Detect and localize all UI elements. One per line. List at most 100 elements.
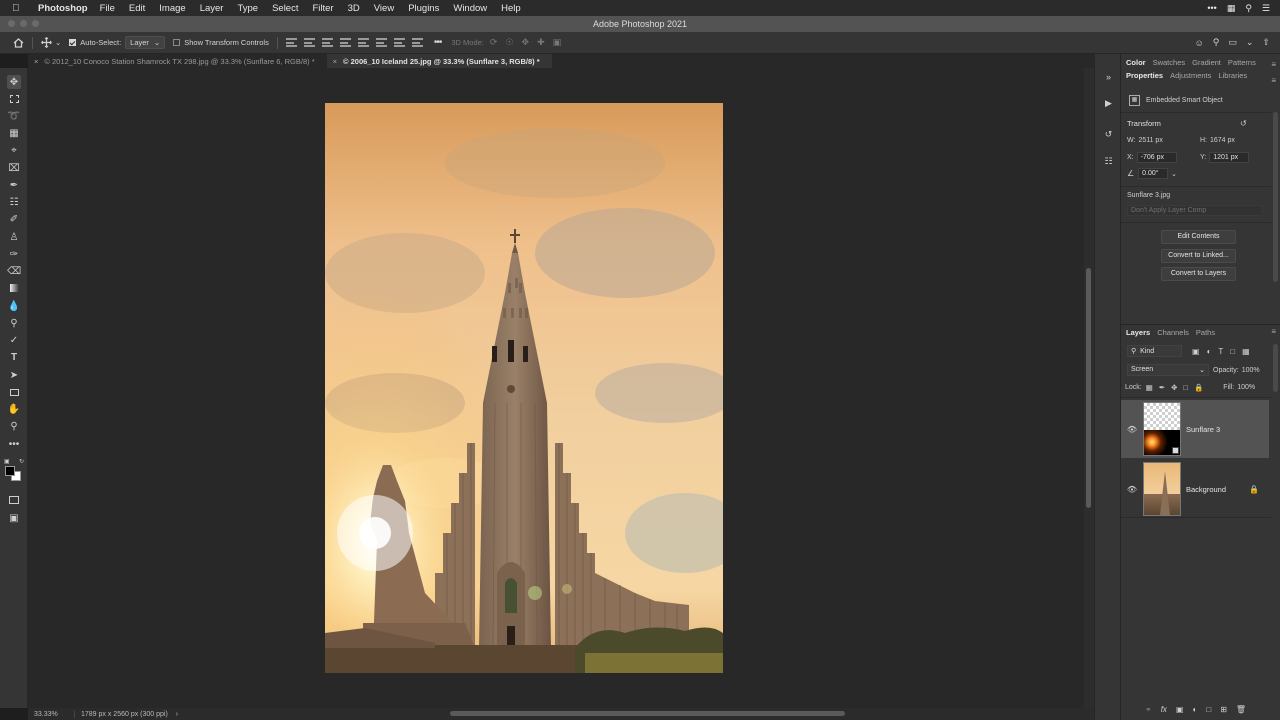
delete-layer-icon[interactable]: 🗑 — [1236, 705, 1246, 714]
panel-menu-icon[interactable]: ≡ — [1271, 327, 1276, 336]
3d-roll-icon[interactable]: ☉ — [505, 37, 513, 48]
blur-tool-icon[interactable]: 💧 — [7, 299, 21, 313]
layer-filter-dropdown[interactable]: ⚲ Kind — [1127, 345, 1182, 357]
tab-color[interactable]: Color — [1126, 58, 1146, 67]
link-layers-icon[interactable]: ⚭ — [1145, 705, 1152, 714]
visibility-eye-icon[interactable]: 👁 — [1121, 425, 1143, 434]
layers-scrollbar[interactable] — [1273, 344, 1278, 392]
eraser-tool-icon[interactable]: ⌫ — [7, 264, 21, 278]
menu-type[interactable]: Type — [237, 3, 258, 14]
lock-position-icon[interactable]: ✥ — [1171, 383, 1177, 392]
menu-file[interactable]: File — [100, 3, 115, 14]
more-icon[interactable]: ••• — [1207, 3, 1216, 13]
tab-gradient[interactable]: Gradient — [1192, 58, 1221, 67]
align-justify-icon[interactable] — [339, 38, 351, 47]
chevron-down-icon[interactable]: ⌄ — [1246, 37, 1254, 48]
home-icon[interactable] — [13, 37, 24, 48]
minimize-window-icon[interactable] — [20, 20, 27, 27]
document-tab-conoco[interactable]: × © 2012_10 Conoco Station Shamrock TX 2… — [28, 54, 327, 68]
layer-comp-dropdown[interactable]: Don't Apply Layer Comp — [1127, 205, 1263, 216]
shape-layer-filter-icon[interactable]: □ — [1230, 347, 1235, 356]
show-transform-controls-checkbox[interactable]: Show Transform Controls — [173, 38, 269, 47]
distribute-icon[interactable] — [411, 38, 423, 47]
clone-stamp-tool-icon[interactable]: ♙ — [7, 230, 21, 244]
gradient-tool-icon[interactable] — [7, 281, 21, 295]
brush-tool-icon[interactable]: ✐ — [7, 212, 21, 226]
frame-tool-icon[interactable]: ⌧ — [7, 161, 21, 175]
share-document-icon[interactable]: ⇧ — [1262, 37, 1270, 48]
blend-mode-dropdown[interactable]: Screen ⌄ — [1127, 364, 1209, 376]
more-options-icon[interactable]: ••• — [434, 37, 442, 48]
tab-channels[interactable]: Channels — [1157, 328, 1189, 337]
align-middle-icon[interactable] — [375, 38, 387, 47]
crop-tool-icon[interactable]: ⌖ — [7, 143, 21, 157]
layer-name[interactable]: Sunflare 3 — [1186, 425, 1220, 434]
layer-name[interactable]: Background — [1186, 485, 1226, 494]
document-tab-iceland[interactable]: × © 2006_10 Iceland 25.jpg @ 33.3% (Sunf… — [326, 54, 552, 68]
tab-swatches[interactable]: Swatches — [1153, 58, 1186, 67]
convert-to-layers-button[interactable]: Convert to Layers — [1161, 267, 1236, 281]
type-tool-icon[interactable]: T — [7, 350, 21, 364]
tab-layers[interactable]: Layers — [1126, 328, 1150, 337]
smart-object-filter-icon[interactable]: ▦ — [1242, 347, 1250, 356]
move-tool-preset-icon[interactable]: ⌄ — [41, 37, 61, 48]
menu-help[interactable]: Help — [501, 3, 521, 14]
edit-contents-button[interactable]: Edit Contents — [1161, 230, 1236, 244]
reset-transform-icon[interactable]: ↺ — [1240, 119, 1247, 128]
auto-select-checkbox[interactable]: Auto-Select: — [69, 38, 121, 47]
screen-mode-icon[interactable]: ▣ — [7, 511, 21, 525]
lock-pixels-icon[interactable]: ✒ — [1159, 383, 1165, 392]
y-position-field[interactable]: 1201 px — [1209, 152, 1250, 163]
type-layer-filter-icon[interactable]: T — [1218, 347, 1223, 356]
dodge-tool-icon[interactable]: ⚲ — [7, 316, 21, 330]
tab-patterns[interactable]: Patterns — [1228, 58, 1256, 67]
x-position-field[interactable]: -706 px — [1136, 152, 1177, 163]
search-icon[interactable]: ⚲ — [1245, 3, 1252, 14]
height-value[interactable]: 1674 px — [1210, 137, 1235, 144]
notification-center-icon[interactable]: ☰ — [1262, 3, 1270, 14]
chevron-down-icon[interactable]: ⌄ — [1171, 170, 1177, 178]
menu-select[interactable]: Select — [272, 3, 298, 14]
align-bottom-icon[interactable] — [393, 38, 405, 47]
panel-menu-icon[interactable]: ≡ — [1271, 76, 1276, 85]
3d-pan-icon[interactable]: ✥ — [522, 37, 530, 48]
foreground-color-swatch[interactable] — [5, 466, 15, 476]
zoom-window-icon[interactable] — [32, 20, 39, 27]
tab-adjustments[interactable]: Adjustments — [1170, 71, 1211, 80]
apple-menu-icon[interactable]:  — [12, 3, 30, 14]
tab-libraries[interactable]: Libraries — [1218, 71, 1247, 80]
3d-orbit-icon[interactable]: ⟳ — [490, 37, 498, 48]
3d-scale-icon[interactable]: ▣ — [553, 37, 562, 48]
convert-to-linked-button[interactable]: Convert to Linked... — [1161, 249, 1236, 263]
new-layer-icon[interactable]: ⊞ — [1220, 705, 1227, 714]
hand-tool-icon[interactable]: ✋ — [7, 402, 21, 416]
history-brush-tool-icon[interactable]: ✑ — [7, 247, 21, 261]
quick-mask-icon[interactable] — [7, 493, 21, 507]
search-icon[interactable]: ⚲ — [1213, 37, 1220, 48]
workspace-icon[interactable]: ▭ — [1228, 37, 1237, 48]
scroll-thumb[interactable] — [1086, 268, 1091, 508]
document-canvas-image[interactable] — [325, 103, 723, 673]
share-icon[interactable]: ☺ — [1195, 38, 1204, 48]
new-group-icon[interactable]: □ — [1206, 705, 1211, 714]
tab-paths[interactable]: Paths — [1196, 328, 1215, 337]
menu-view[interactable]: View — [374, 3, 394, 14]
move-tool-icon[interactable]: ✥ — [7, 75, 21, 89]
3d-slide-icon[interactable]: ✚ — [537, 37, 545, 48]
angle-field[interactable]: 0.00° — [1138, 168, 1169, 179]
width-value[interactable]: 2511 px — [1138, 137, 1162, 144]
add-mask-icon[interactable]: ▣ — [1176, 705, 1184, 714]
adjustment-layer-filter-icon[interactable]: ◐ — [1207, 347, 1212, 356]
pen-tool-icon[interactable]: ✓ — [7, 333, 21, 347]
object-selection-tool-icon[interactable]: ▦ — [7, 126, 21, 140]
lock-all-icon[interactable]: 🔒 — [1194, 383, 1203, 392]
new-adjustment-layer-icon[interactable]: ◐ — [1193, 705, 1198, 714]
close-window-icon[interactable] — [8, 20, 15, 27]
properties-scrollbar[interactable] — [1273, 112, 1278, 282]
menu-window[interactable]: Window — [453, 3, 487, 14]
layer-style-icon[interactable]: fx — [1161, 705, 1167, 714]
eyedropper-tool-icon[interactable]: ✒ — [7, 178, 21, 192]
menu-plugins[interactable]: Plugins — [408, 3, 439, 14]
align-left-icon[interactable] — [285, 38, 297, 47]
collapse-panels-icon[interactable]: » — [1102, 72, 1115, 84]
